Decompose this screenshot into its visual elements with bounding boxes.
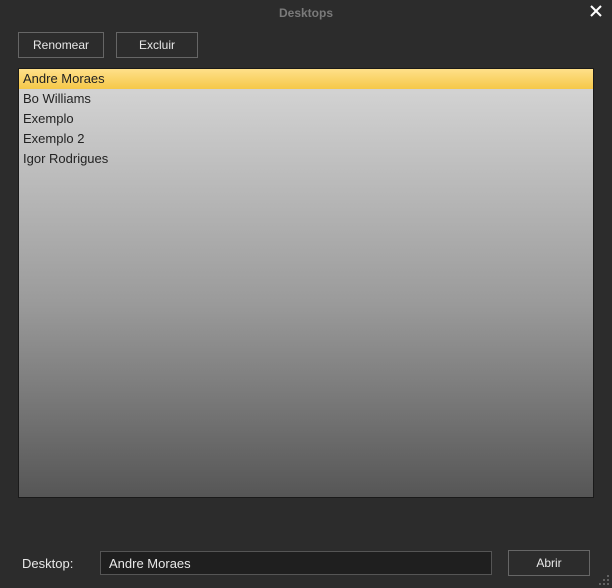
list-item[interactable]: Exemplo 2 <box>19 129 593 149</box>
list-item[interactable]: Igor Rodrigues <box>19 149 593 169</box>
list-item[interactable]: Exemplo <box>19 109 593 129</box>
rename-button[interactable]: Renomear <box>18 32 104 58</box>
open-button[interactable]: Abrir <box>508 550 590 576</box>
desktops-listbox[interactable]: Andre MoraesBo WilliamsExemploExemplo 2I… <box>18 68 594 498</box>
footer: Desktop: Abrir <box>0 538 612 588</box>
close-icon <box>590 4 602 21</box>
titlebar: Desktops <box>0 0 612 26</box>
desktop-label: Desktop: <box>22 556 84 571</box>
window-title: Desktops <box>279 6 333 20</box>
toolbar: Renomear Excluir <box>0 26 612 68</box>
desktop-name-input[interactable] <box>100 551 492 575</box>
close-button[interactable] <box>586 2 606 22</box>
delete-button[interactable]: Excluir <box>116 32 198 58</box>
list-item[interactable]: Andre Moraes <box>19 69 593 89</box>
list-item[interactable]: Bo Williams <box>19 89 593 109</box>
